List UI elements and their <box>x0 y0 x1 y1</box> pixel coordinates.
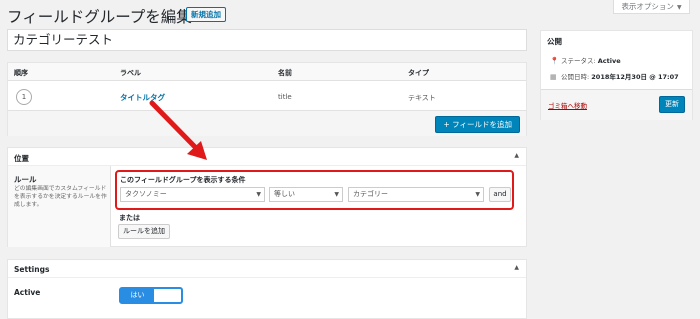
settings-header[interactable]: Settings ▲ <box>8 260 526 278</box>
header-label: ラベル <box>120 69 141 77</box>
calendar-icon: ▦ <box>550 73 557 81</box>
field-label-link[interactable]: タイトルタグ <box>120 92 165 103</box>
field-order-handle[interactable]: 1 <box>16 89 32 105</box>
rule-operator-select[interactable]: 等しい ▼ <box>269 187 343 202</box>
screen-options-button[interactable]: 表示オプション ▼ <box>613 0 690 14</box>
fields-table-header: 順序 ラベル 名前 タイプ <box>8 63 526 81</box>
header-order: 順序 <box>14 69 28 77</box>
publish-footer: ゴミ箱へ移動 更新 <box>541 89 692 120</box>
pin-icon: 📍 <box>550 57 559 65</box>
rules-label: ルール <box>14 175 37 184</box>
dropdown-arrow-icon: ▼ <box>256 191 261 198</box>
add-field-button[interactable]: + フィールドを追加 <box>435 116 520 133</box>
and-button[interactable]: and <box>489 187 511 202</box>
active-toggle[interactable]: はい <box>119 287 183 304</box>
toggle-on-label: はい <box>121 289 154 302</box>
collapse-arrow-icon[interactable]: ▲ <box>514 264 519 271</box>
field-group-title-input[interactable]: カテゴリーテスト <box>7 29 527 51</box>
rule-param-select[interactable]: タクソノミー ▼ <box>120 187 265 202</box>
fields-table: 順序 ラベル 名前 タイプ 1 タイトルタグ title テキスト + フィール… <box>7 62 527 136</box>
status-row: 📍 ステータス: Active <box>550 55 621 65</box>
settings-postbox: Settings ▲ Active はい <box>7 259 527 319</box>
add-new-button[interactable]: 新規追加 <box>186 7 226 22</box>
move-to-trash-link[interactable]: ゴミ箱へ移動 <box>548 100 587 110</box>
rule-operator-value: 等しい <box>274 190 295 198</box>
rules-description: どの編集画面でカスタムフィールドを表示するかを決定するルールを作成します。 <box>14 186 107 208</box>
page-title: フィールドグループを編集 <box>7 8 192 26</box>
or-label: または <box>119 214 140 222</box>
rule-param-value: タクソノミー <box>125 190 167 198</box>
date-label: 公開日時: <box>561 73 590 81</box>
publish-heading: 公開 <box>547 37 562 46</box>
rule-group-title: このフィールドグループを表示する条件 <box>120 176 246 184</box>
field-type: テキスト <box>408 94 436 102</box>
location-heading: 位置 <box>14 154 29 163</box>
active-label: Active <box>14 288 41 297</box>
date-row: ▦ 公開日時: 2018年12月30日 @ 17:07 <box>550 71 679 81</box>
status-value: Active <box>597 57 621 65</box>
rule-group-highlighted: このフィールドグループを表示する条件 タクソノミー ▼ 等しい ▼ カテゴリー ▼ a… <box>115 170 514 210</box>
screen-options-label: 表示オプション <box>621 2 674 11</box>
add-rule-group-button[interactable]: ルールを追加 <box>118 224 170 239</box>
fields-footer: + フィールドを追加 <box>8 110 526 136</box>
dropdown-arrow-icon: ▼ <box>475 191 480 198</box>
caret-down-icon: ▼ <box>676 4 682 11</box>
header-name: 名前 <box>278 69 292 77</box>
rule-value-value: カテゴリー <box>353 190 388 198</box>
rule-value-select[interactable]: カテゴリー ▼ <box>348 187 484 202</box>
dropdown-arrow-icon: ▼ <box>334 191 339 198</box>
location-header[interactable]: 位置 ▲ <box>8 148 526 166</box>
settings-heading: Settings <box>14 265 50 274</box>
publish-postbox: 公開 📍 ステータス: Active ▦ 公開日時: 2018年12月30日 @ 1… <box>540 30 693 120</box>
location-postbox: 位置 ▲ ルール どの編集画面でカスタムフィールドを表示するかを決定するルールを… <box>7 147 527 247</box>
header-type: タイプ <box>408 69 429 77</box>
update-button[interactable]: 更新 <box>659 96 685 113</box>
field-name: title <box>278 93 292 101</box>
rules-label-column: ルール どの編集画面でカスタムフィールドを表示するかを決定するルールを作成します… <box>8 166 111 247</box>
date-value: 2018年12月30日 @ 17:07 <box>591 73 679 81</box>
collapse-arrow-icon[interactable]: ▲ <box>514 152 519 159</box>
status-label: ステータス: <box>561 57 596 65</box>
